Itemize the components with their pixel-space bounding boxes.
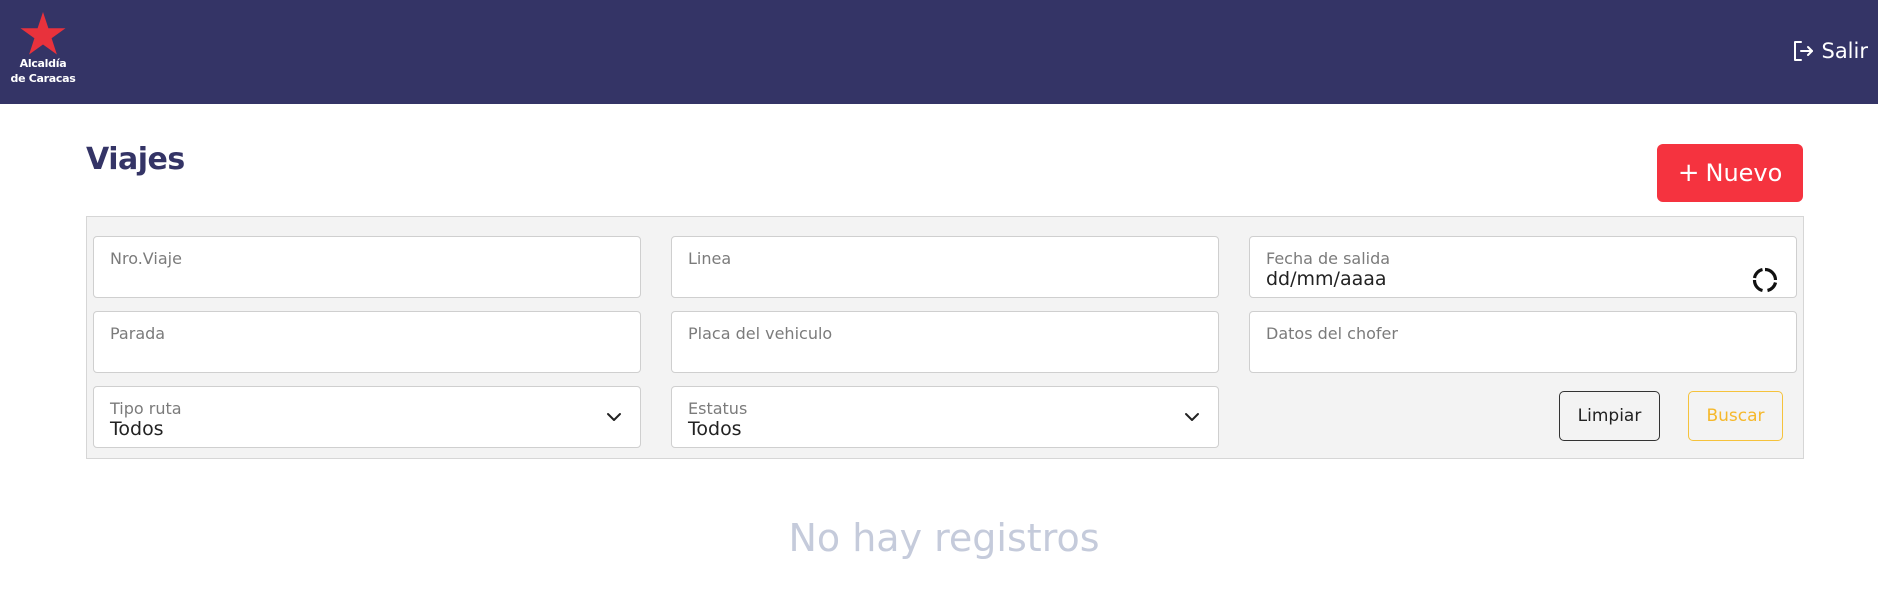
parada-field[interactable]: Parada: [93, 311, 641, 373]
loading-spinner-icon[interactable]: [1752, 267, 1778, 297]
red-star-icon: [20, 12, 66, 55]
placa-vehiculo-field[interactable]: Placa del vehiculo: [671, 311, 1219, 373]
parada-label: Parada: [110, 324, 166, 343]
alcaldia-logo[interactable]: Alcaldía de Caracas: [8, 12, 78, 92]
estatus-value: Todos: [688, 418, 742, 440]
nro-viaje-label: Nro.Viaje: [110, 249, 182, 268]
plus-icon: +: [1677, 158, 1700, 188]
clear-button[interactable]: Limpiar: [1559, 391, 1660, 441]
estatus-label: Estatus: [688, 399, 748, 418]
placa-vehiculo-label: Placa del vehiculo: [688, 324, 833, 343]
fecha-salida-value: dd/mm/aaaa: [1266, 268, 1387, 290]
logout-label: Salir: [1821, 39, 1868, 63]
logout-arrow-icon: [1794, 41, 1814, 61]
logo-line-1: Alcaldía: [19, 57, 67, 70]
fecha-salida-field[interactable]: Fecha de salida dd/mm/aaaa: [1249, 236, 1797, 298]
datos-chofer-label: Datos del chofer: [1266, 324, 1398, 343]
tipo-ruta-select[interactable]: Tipo ruta Todos: [93, 386, 641, 448]
logout-button[interactable]: Salir: [1791, 36, 1868, 66]
fecha-salida-label: Fecha de salida: [1266, 249, 1391, 268]
new-button-label: Nuevo: [1705, 159, 1783, 187]
logo-line-2: de Caracas: [10, 72, 76, 85]
empty-results-message: No hay registros: [788, 516, 1100, 560]
linea-label: Linea: [688, 249, 732, 268]
linea-field[interactable]: Linea: [671, 236, 1219, 298]
nro-viaje-field[interactable]: Nro.Viaje: [93, 236, 641, 298]
search-button[interactable]: Buscar: [1688, 391, 1783, 441]
datos-chofer-field[interactable]: Datos del chofer: [1249, 311, 1797, 373]
top-navbar: Alcaldía de Caracas Salir: [0, 0, 1878, 104]
estatus-select[interactable]: Estatus Todos: [671, 386, 1219, 448]
page-title: Viajes: [86, 142, 185, 177]
new-trip-button[interactable]: + Nuevo: [1657, 144, 1803, 202]
chevron-down-icon[interactable]: [1184, 409, 1200, 429]
chevron-down-icon[interactable]: [606, 409, 622, 429]
tipo-ruta-label: Tipo ruta: [110, 399, 182, 418]
tipo-ruta-value: Todos: [110, 418, 164, 440]
